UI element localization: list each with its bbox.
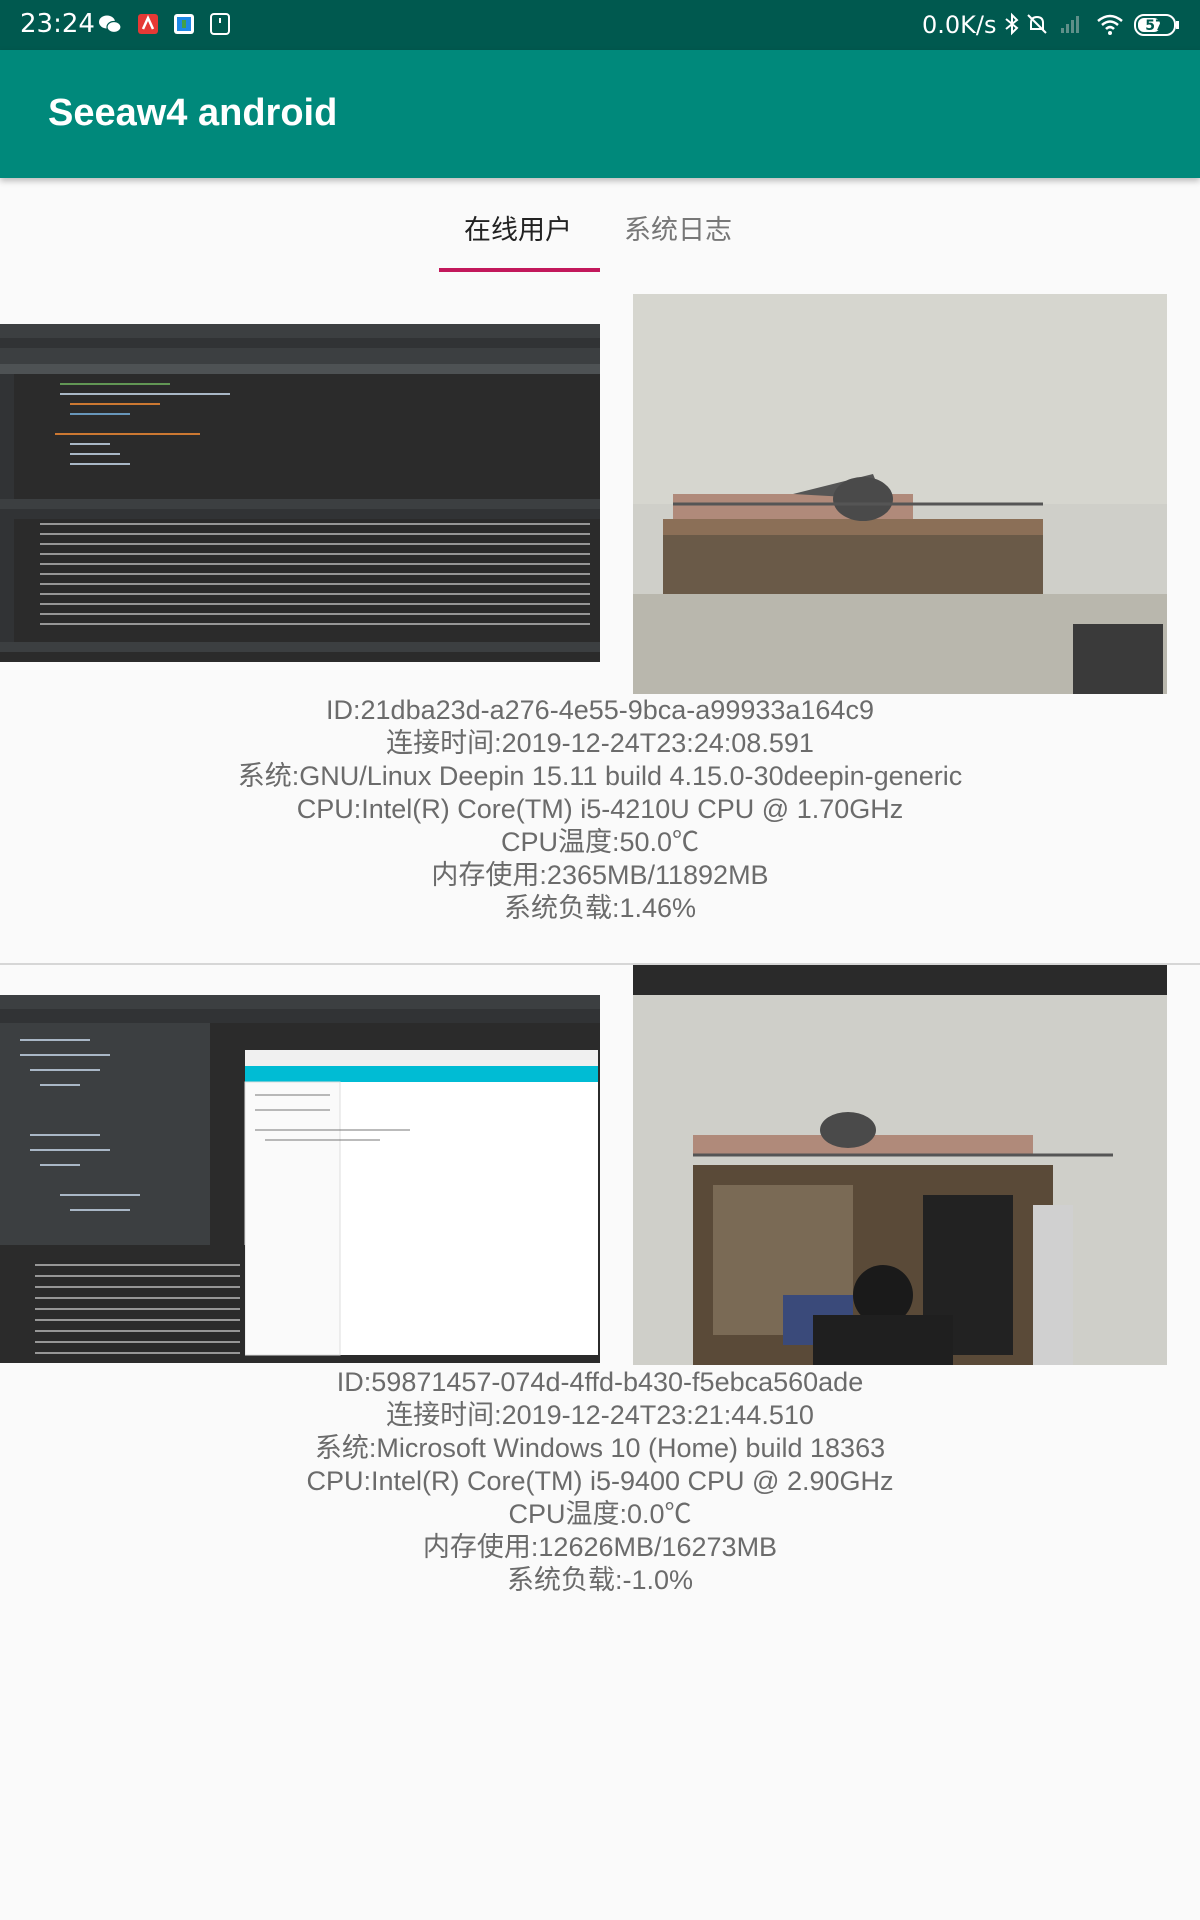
user-id: ID:21dba23d-a276-4e55-9bca-a99933a164c9: [326, 695, 874, 725]
memory-usage: 内存使用:12626MB/16273MB: [422, 1532, 778, 1562]
maps-icon: [174, 14, 194, 34]
network-speed: 0.0K/s: [922, 11, 997, 39]
user-card[interactable]: ID:21dba23d-a276-4e55-9bca-a99933a164c9 …: [0, 294, 1200, 964]
status-bar: 23:24 0.0K/s 57: [0, 0, 1200, 50]
tab-indicator: [439, 268, 600, 272]
wechat-icon: [99, 15, 122, 34]
mute-bell-icon: [1027, 14, 1047, 34]
tab-system-log[interactable]: 系统日志: [624, 208, 732, 247]
tablet-icon: [210, 13, 230, 35]
user-info: ID:59871457-074d-4ffd-b430-f5ebca560ade …: [0, 1366, 1200, 1597]
battery-level: 57: [1145, 18, 1164, 34]
desktop-screenshot: [0, 324, 600, 662]
system-load: 系统负载:1.46%: [503, 893, 697, 923]
webcam-snapshot: [633, 965, 1167, 1365]
system-os: 系统:GNU/Linux Deepin 15.11 build 4.15.0-3…: [237, 761, 963, 791]
system-load: 系统负载:-1.0%: [506, 1565, 694, 1595]
tab-online-users[interactable]: 在线用户: [464, 208, 572, 247]
webcam-snapshot: [633, 294, 1167, 694]
bluetooth-icon: [1005, 12, 1019, 36]
user-card[interactable]: ID:59871457-074d-4ffd-b430-f5ebca560ade …: [0, 965, 1200, 1615]
user-info: ID:21dba23d-a276-4e55-9bca-a99933a164c9 …: [0, 694, 1200, 925]
user-id: ID:59871457-074d-4ffd-b430-f5ebca560ade: [336, 1367, 864, 1397]
cpu-temperature: CPU温度:50.0℃: [500, 827, 700, 857]
system-os: 系统:Microsoft Windows 10 (Home) build 183…: [314, 1433, 886, 1463]
wifi-icon: [1097, 14, 1123, 35]
status-time: 23:24: [20, 9, 95, 39]
connect-time: 连接时间:2019-12-24T23:21:44.510: [386, 1400, 814, 1430]
cpu-temperature: CPU温度:0.0℃: [508, 1499, 692, 1529]
app-title: Seeaw4 android: [48, 92, 338, 134]
app-notification-icon: [138, 14, 158, 34]
signal-icon: [1061, 16, 1079, 33]
desktop-screenshot: [0, 995, 600, 1363]
cpu-model: CPU:Intel(R) Core(TM) i5-9400 CPU @ 2.90…: [306, 1466, 894, 1496]
connect-time: 连接时间:2019-12-24T23:24:08.591: [386, 728, 814, 758]
memory-usage: 内存使用:2365MB/11892MB: [431, 860, 769, 890]
cpu-model: CPU:Intel(R) Core(TM) i5-4210U CPU @ 1.7…: [296, 794, 904, 824]
battery-icon: 57: [1134, 14, 1179, 36]
app-bar: Seeaw4 android: [0, 50, 1200, 178]
